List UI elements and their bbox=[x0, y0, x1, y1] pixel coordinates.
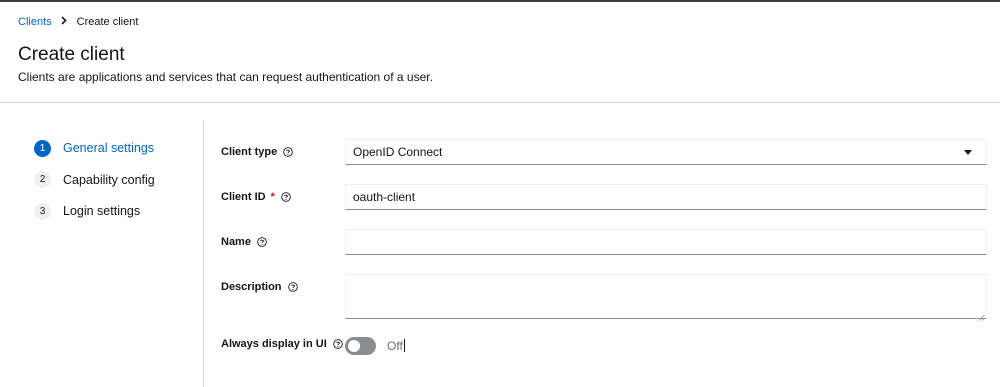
wizard-step-general-settings[interactable]: 1 General settings bbox=[34, 139, 155, 157]
help-icon[interactable] bbox=[283, 147, 293, 157]
description-textarea[interactable] bbox=[345, 274, 987, 321]
wizard-step-login-settings[interactable]: 3 Login settings bbox=[34, 202, 155, 220]
caret-down-icon bbox=[964, 150, 972, 155]
step-label: General settings bbox=[63, 141, 155, 155]
resize-grip-icon[interactable] bbox=[978, 310, 985, 321]
client-type-label: Client type bbox=[221, 146, 293, 158]
toggle-state-label: Off bbox=[387, 339, 405, 353]
page-title: Create client bbox=[18, 44, 125, 65]
name-label: Name bbox=[221, 236, 267, 248]
wizard-step-capability-config[interactable]: 2 Capability config bbox=[34, 171, 155, 188]
description-label: Description bbox=[221, 281, 298, 293]
client-type-row: Client type bbox=[221, 146, 293, 158]
name-input[interactable] bbox=[345, 229, 987, 255]
breadcrumb: Clients Create client bbox=[18, 16, 138, 28]
page-header: Clients Create client Create client Clie… bbox=[0, 2, 1000, 103]
name-row: Name bbox=[221, 236, 267, 248]
wizard-steps: 1 General settings 2 Capability config 3… bbox=[34, 139, 155, 235]
page-subtitle: Clients are applications and services th… bbox=[18, 70, 433, 84]
help-icon[interactable] bbox=[287, 282, 298, 292]
chevron-right-icon bbox=[61, 16, 67, 28]
text-cursor bbox=[403, 339, 405, 352]
client-type-select[interactable]: OpenID Connect bbox=[345, 139, 987, 165]
step-label: Capability config bbox=[63, 172, 155, 187]
client-id-value: oauth-client bbox=[353, 190, 416, 204]
client-type-value: OpenID Connect bbox=[353, 145, 443, 159]
always-display-toggle[interactable] bbox=[345, 337, 376, 355]
always-display-label: Always display in UI bbox=[221, 338, 343, 350]
vertical-divider bbox=[203, 121, 204, 387]
help-icon[interactable] bbox=[257, 237, 267, 247]
description-row: Description bbox=[221, 281, 298, 293]
help-icon[interactable] bbox=[281, 192, 291, 202]
breadcrumb-current: Create client bbox=[76, 16, 139, 28]
required-marker: * bbox=[270, 191, 275, 203]
help-icon[interactable] bbox=[333, 339, 343, 349]
client-id-label: Client ID * bbox=[221, 191, 291, 203]
step-number: 2 bbox=[34, 171, 51, 188]
always-display-row: Always display in UI bbox=[221, 338, 343, 350]
step-number: 3 bbox=[34, 202, 51, 220]
toggle-knob bbox=[348, 340, 360, 352]
step-label: Login settings bbox=[63, 204, 141, 218]
client-id-row: Client ID * bbox=[221, 191, 291, 203]
breadcrumb-clients-link[interactable]: Clients bbox=[18, 16, 52, 28]
client-id-input[interactable]: oauth-client bbox=[345, 184, 987, 210]
step-number: 1 bbox=[34, 139, 51, 157]
